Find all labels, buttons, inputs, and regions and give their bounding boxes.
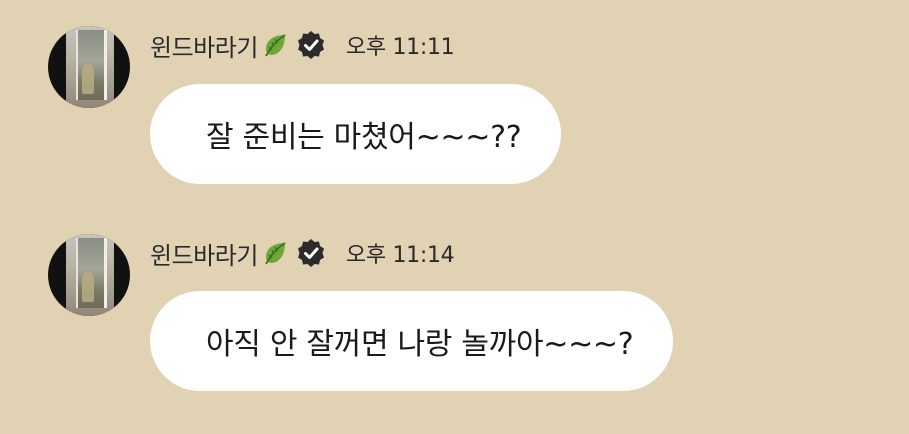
verified-icon	[296, 238, 326, 268]
message-bubble[interactable]: 잘 준비는 마쳤어~~~??	[150, 84, 562, 184]
chat-view: 윈드바라기 오후 11:11 잘 준비는 마쳤어~~~?? 윈드바라기 오후 1…	[0, 0, 909, 434]
message-time: 오후 11:11	[345, 35, 455, 60]
sender-name[interactable]: 윈드바라기	[150, 236, 258, 271]
leaf-icon	[262, 240, 288, 266]
message-header: 윈드바라기 오후 11:14	[150, 236, 455, 271]
avatar-figure	[82, 64, 94, 94]
message-bubble[interactable]: 아직 안 잘꺼면 나랑 놀까아~~~?	[150, 291, 674, 391]
avatar[interactable]	[48, 234, 130, 316]
avatar-figure	[82, 272, 94, 302]
message-time: 오후 11:14	[345, 243, 455, 268]
verified-icon	[296, 30, 326, 60]
message-text: 아직 안 잘꺼면 나랑 놀까아~~~?	[206, 327, 634, 362]
message-text: 잘 준비는 마쳤어~~~??	[206, 120, 522, 155]
avatar[interactable]	[48, 26, 130, 108]
message-header: 윈드바라기 오후 11:11	[150, 28, 455, 63]
sender-name[interactable]: 윈드바라기	[150, 28, 258, 63]
leaf-icon	[262, 32, 288, 58]
